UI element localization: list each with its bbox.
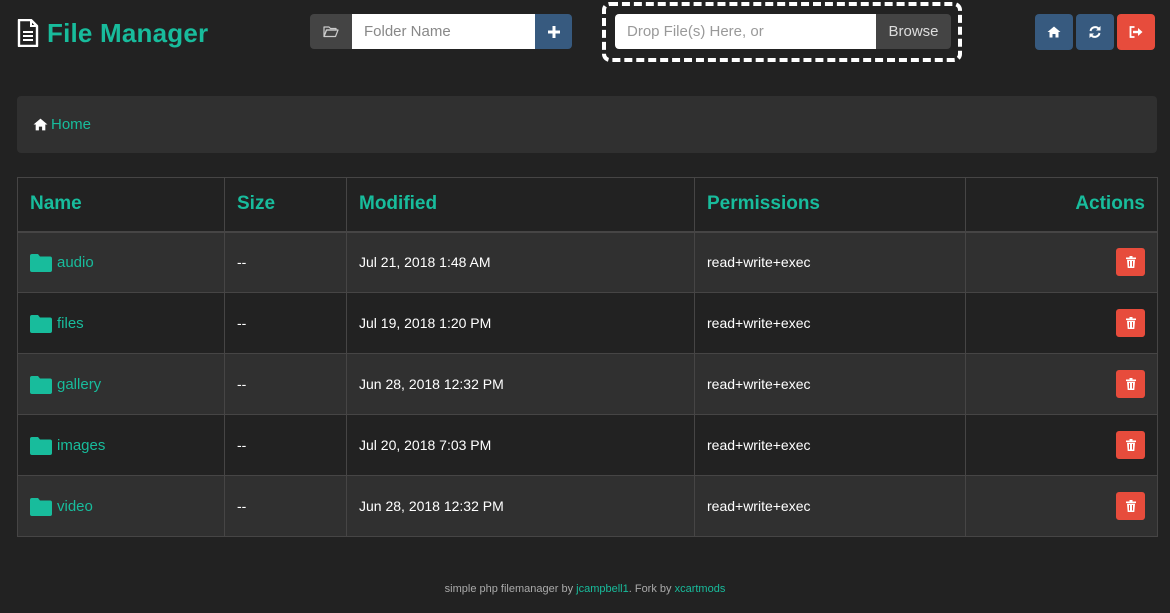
new-folder-form [310, 14, 572, 49]
footer-author-link[interactable]: jcampbell1 [576, 583, 629, 595]
trash-icon [1125, 378, 1136, 390]
modified-cell: Jun 28, 2018 12:32 PM [346, 475, 695, 537]
folder-name-input[interactable] [352, 14, 535, 49]
footer-fork-link[interactable]: xcartmods [675, 583, 726, 595]
permissions-cell: read+write+exec [694, 231, 966, 293]
table-row: video -- Jun 28, 2018 12:32 PM read+writ… [17, 475, 1158, 537]
size-cell: -- [224, 475, 347, 537]
file-table: Name Size Modified Permissions Actions a… [17, 177, 1158, 537]
upload-file-field[interactable]: Drop File(s) Here, or [615, 14, 876, 49]
footer: simple php filemanager by jcampbell1. Fo… [0, 583, 1170, 595]
permissions-cell: read+write+exec [694, 292, 966, 354]
breadcrumb-home-label: Home [51, 116, 92, 133]
table-row: images -- Jul 20, 2018 7:03 PM read+writ… [17, 414, 1158, 476]
permissions-cell: read+write+exec [694, 475, 966, 537]
modified-cell: Jul 19, 2018 1:20 PM [346, 292, 695, 354]
folder-link[interactable]: files [57, 315, 84, 332]
delete-button[interactable] [1116, 309, 1145, 337]
name-cell: video [17, 475, 225, 537]
app-title: File Manager [47, 17, 209, 48]
size-cell: -- [224, 292, 347, 354]
folder-link[interactable]: audio [57, 254, 94, 271]
folder-icon [30, 254, 52, 273]
top-actions [1035, 14, 1155, 50]
file-text-icon [17, 19, 39, 47]
footer-text: . Fork by [628, 583, 675, 595]
breadcrumb-home-link[interactable]: Home [33, 116, 91, 133]
folder-icon [30, 376, 52, 394]
delete-button[interactable] [1116, 370, 1145, 398]
trash-icon [1125, 439, 1136, 451]
size-cell: -- [224, 231, 347, 293]
name-cell: gallery [17, 353, 225, 415]
column-header-actions: Actions [965, 177, 1158, 233]
folder-icon [30, 498, 52, 516]
column-header-permissions[interactable]: Permissions [694, 177, 966, 233]
folder-link[interactable]: gallery [57, 376, 101, 393]
actions-cell [965, 414, 1158, 476]
size-cell: -- [224, 414, 347, 476]
folder-link[interactable]: images [57, 437, 105, 454]
delete-button[interactable] [1116, 248, 1145, 277]
home-icon [1047, 26, 1061, 38]
table-row: files -- Jul 19, 2018 1:20 PM read+write… [17, 292, 1158, 354]
upload-dropzone[interactable]: Drop File(s) Here, or Browse [602, 2, 962, 62]
refresh-button[interactable] [1076, 14, 1114, 50]
add-folder-button[interactable] [535, 14, 572, 49]
name-cell: files [17, 292, 225, 354]
permissions-cell: read+write+exec [694, 353, 966, 415]
actions-cell [965, 353, 1158, 415]
folder-link[interactable]: video [57, 498, 93, 515]
name-cell: images [17, 414, 225, 476]
refresh-icon [1089, 26, 1101, 38]
plus-icon [547, 25, 560, 38]
table-row: audio -- Jul 21, 2018 1:48 AM read+write… [17, 231, 1158, 293]
modified-cell: Jun 28, 2018 12:32 PM [346, 353, 695, 415]
delete-button[interactable] [1116, 492, 1145, 520]
actions-cell [965, 231, 1158, 293]
column-header-size[interactable]: Size [224, 177, 347, 233]
breadcrumb: Home [17, 96, 1157, 153]
delete-button[interactable] [1116, 431, 1145, 459]
home-button[interactable] [1035, 14, 1073, 50]
column-header-modified[interactable]: Modified [346, 177, 695, 233]
actions-cell [965, 475, 1158, 537]
trash-icon [1125, 256, 1136, 269]
trash-icon [1125, 500, 1136, 512]
modified-cell: Jul 21, 2018 1:48 AM [346, 231, 695, 293]
table-header-row: Name Size Modified Permissions Actions [17, 177, 1158, 233]
sign-out-icon [1129, 26, 1143, 38]
folder-open-icon [323, 26, 339, 38]
actions-cell [965, 292, 1158, 354]
permissions-cell: read+write+exec [694, 414, 966, 476]
folder-addon [310, 14, 352, 49]
name-cell: audio [17, 231, 225, 293]
folder-icon [30, 315, 52, 333]
home-icon [33, 118, 48, 131]
table-row: gallery -- Jun 28, 2018 12:32 PM read+wr… [17, 353, 1158, 415]
footer-text: simple php filemanager by [444, 583, 577, 595]
trash-icon [1125, 317, 1136, 329]
sign-out-button[interactable] [1117, 14, 1155, 50]
brand[interactable]: File Manager [17, 17, 208, 49]
folder-icon [30, 437, 52, 455]
size-cell: -- [224, 353, 347, 415]
browse-button[interactable]: Browse [876, 14, 951, 49]
modified-cell: Jul 20, 2018 7:03 PM [346, 414, 695, 476]
column-header-name[interactable]: Name [17, 177, 225, 233]
